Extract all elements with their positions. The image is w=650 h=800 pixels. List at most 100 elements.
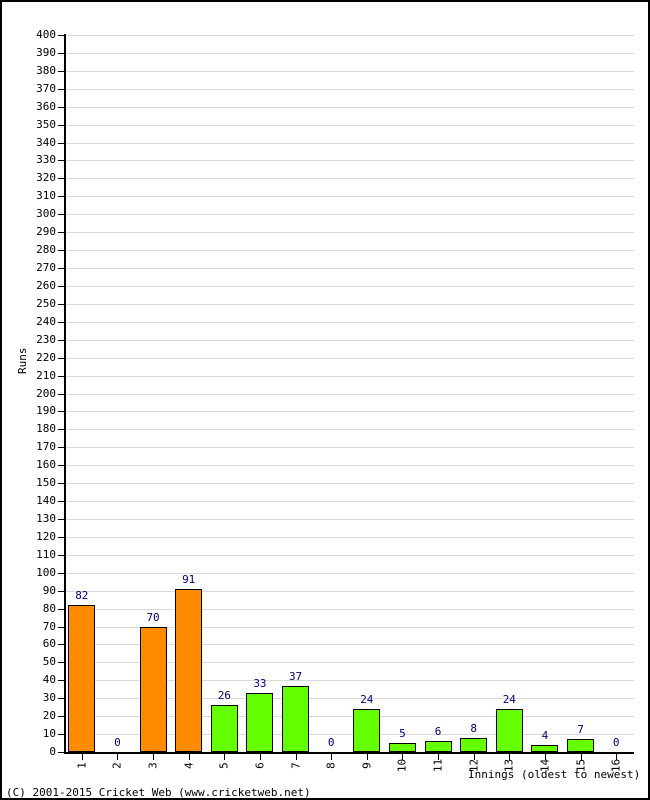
batting-innings-bar-chart: Runs Innings (oldest to newest) (C) 2001… [0, 0, 650, 800]
y-axis-tick-label: 210 [36, 368, 56, 382]
x-axis-tick-label: 16 [609, 758, 623, 773]
bar-innings-13[interactable] [495, 708, 523, 752]
y-axis-tick [58, 680, 64, 682]
y-axis-tick [58, 160, 64, 162]
x-axis-tick-label: 5 [217, 762, 231, 769]
y-axis-tick-label: 20 [42, 709, 56, 723]
y-axis-tick [58, 142, 64, 144]
y-axis-tick-label: 170 [36, 440, 56, 454]
bar-innings-1[interactable] [68, 605, 96, 752]
y-axis-tick-label: 320 [36, 171, 56, 185]
y-axis-tick [58, 214, 64, 216]
x-axis-tick-label: 11 [431, 758, 445, 773]
gridline [64, 483, 634, 485]
x-axis-tick-label: 7 [289, 762, 303, 769]
gridline [64, 554, 634, 556]
bar-value-label: 82 [75, 589, 89, 602]
y-axis-tick [58, 321, 64, 323]
y-axis-tick-label: 390 [36, 45, 56, 59]
y-axis-tick-label: 220 [36, 350, 56, 364]
x-axis-tick-label: 10 [395, 758, 409, 773]
gridline [64, 196, 634, 198]
x-axis-tick-label: 6 [253, 762, 267, 769]
gridline [64, 124, 634, 126]
gridline [64, 285, 634, 287]
x-axis-tick-label: 3 [146, 762, 160, 769]
bar-innings-3[interactable] [139, 626, 167, 752]
y-axis-tick [58, 52, 64, 54]
bar-innings-4[interactable] [175, 588, 203, 752]
y-axis-tick-label: 90 [42, 583, 56, 597]
x-axis-tick-label: 8 [324, 762, 338, 769]
x-axis-tick-label: 1 [75, 762, 89, 769]
y-axis-tick-label: 140 [36, 494, 56, 508]
y-axis-tick [58, 411, 64, 413]
y-axis-tick-label: 260 [36, 278, 56, 292]
bar-innings-15[interactable] [567, 739, 595, 752]
y-axis-tick [58, 178, 64, 180]
y-axis-tick-label: 280 [36, 243, 56, 257]
bar-value-label: 91 [182, 572, 196, 586]
y-axis-tick [58, 375, 64, 377]
y-axis-tick-label: 310 [36, 189, 56, 203]
y-axis-tick [58, 734, 64, 736]
bar-value-label: 0 [114, 736, 121, 749]
y-axis-tick [58, 429, 64, 431]
bar-value-label: 37 [288, 669, 303, 683]
bar-innings-7[interactable] [282, 685, 310, 752]
y-axis-tick [58, 554, 64, 556]
bar-value-label: 0 [327, 736, 335, 749]
bar-innings-10[interactable] [388, 743, 416, 752]
bar-innings-9[interactable] [353, 708, 381, 752]
y-axis-tick [58, 393, 64, 395]
y-axis-tick [58, 698, 64, 700]
y-axis-tick-label: 400 [36, 28, 56, 41]
bar-innings-11[interactable] [424, 741, 452, 752]
gridline [64, 88, 634, 90]
y-axis-tick [58, 124, 64, 126]
bar-innings-12[interactable] [460, 737, 488, 752]
y-axis-tick-label: 40 [42, 673, 56, 687]
y-axis-tick-label: 150 [36, 476, 56, 490]
y-axis-tick-label: 380 [36, 63, 56, 77]
y-axis-tick-label: 270 [36, 261, 56, 275]
gridline [64, 357, 634, 359]
y-axis-tick [58, 35, 64, 36]
y-axis-tick-label: 50 [42, 655, 56, 669]
y-axis-tick-label: 300 [36, 207, 56, 221]
gridline [64, 518, 634, 520]
y-axis-tick [58, 465, 64, 467]
x-axis-tick-label: 12 [467, 758, 481, 773]
gridline [64, 106, 634, 108]
gridline [64, 52, 634, 54]
gridline [64, 160, 634, 162]
y-axis-tick [58, 88, 64, 90]
y-axis-tick-label: 340 [36, 135, 56, 149]
bar-value-label: 8 [470, 721, 477, 735]
x-axis-tick-label: 2 [110, 762, 124, 769]
y-axis-tick-label: 290 [36, 225, 56, 239]
bar-innings-6[interactable] [246, 692, 274, 752]
gridline [64, 608, 634, 610]
y-axis-tick [58, 662, 64, 664]
y-axis-tick-label: 0 [49, 745, 56, 758]
y-axis-tick [58, 501, 64, 503]
y-axis-tick [58, 268, 64, 270]
x-axis-tick-label: 9 [360, 762, 374, 769]
y-axis-tick [58, 303, 64, 305]
y-axis-tick-label: 60 [42, 637, 56, 651]
bar-value-label: 4 [541, 728, 549, 742]
y-axis-tick [58, 70, 64, 72]
gridline [64, 501, 634, 503]
gridline [64, 250, 634, 252]
gridline [64, 375, 634, 377]
gridline [64, 35, 634, 36]
y-axis-tick-label: 160 [36, 458, 56, 472]
bar-innings-5[interactable] [210, 705, 238, 752]
y-axis-tick [58, 572, 64, 574]
y-axis-tick-label: 230 [36, 332, 56, 346]
y-axis-tick-label: 10 [42, 727, 56, 741]
y-axis-tick-label: 80 [42, 601, 56, 615]
gridline [64, 178, 634, 180]
bar-innings-14[interactable] [531, 744, 559, 752]
